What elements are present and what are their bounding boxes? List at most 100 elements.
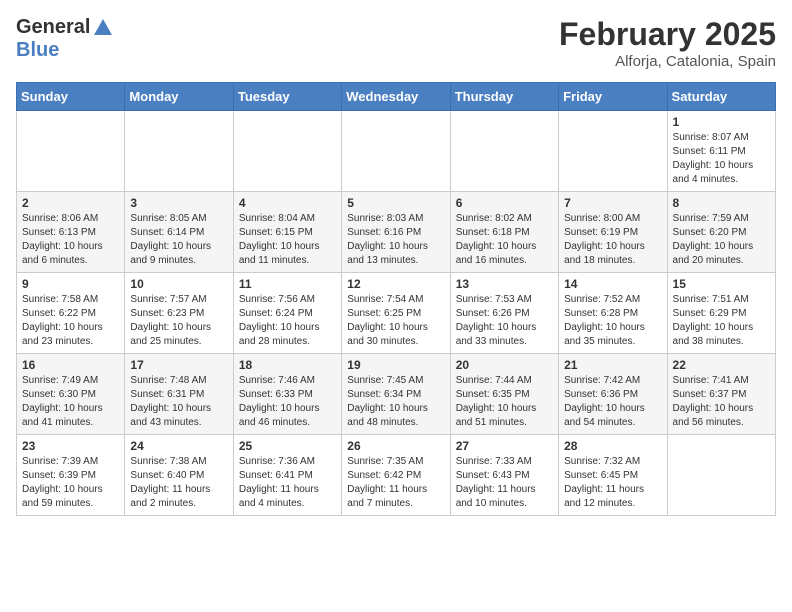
calendar-header-friday: Friday: [559, 83, 667, 111]
day-number: 4: [239, 196, 336, 210]
calendar-header-tuesday: Tuesday: [233, 83, 341, 111]
day-info: Sunrise: 7:56 AM Sunset: 6:24 PM Dayligh…: [239, 293, 336, 349]
calendar-week-2: 2Sunrise: 8:06 AM Sunset: 6:13 PM Daylig…: [17, 192, 776, 273]
calendar-header-monday: Monday: [125, 83, 233, 111]
calendar-cell: 22 Sunrise: 7:41 AM Sunset: 6:37 PM Dayli…: [667, 354, 775, 435]
title-block: February 2025 Alforja, Catalonia, Spain: [559, 16, 776, 70]
calendar-cell: 17 Sunrise: 7:48 AM Sunset: 6:31 PM Dayli…: [125, 354, 233, 435]
day-info: Sunrise: 8:00 AM Sunset: 6:19 PM Dayligh…: [564, 212, 661, 268]
day-info: Sunrise: 8:07 AM Sunset: 6:11 PM Dayligh…: [673, 131, 770, 187]
day-info: Sunrise: 7:35 AM Sunset: 6:42 PM Dayligh…: [347, 455, 444, 511]
day-number: 14: [564, 277, 661, 291]
day-number: 12: [347, 277, 444, 291]
day-info: Sunrise: 7:57 AM Sunset: 6:23 PM Dayligh…: [130, 293, 227, 349]
day-number: 18: [239, 358, 336, 372]
calendar-cell: 15Sunrise: 7:51 AM Sunset: 6:29 PM Dayli…: [667, 273, 775, 354]
calendar-header-thursday: Thursday: [450, 83, 558, 111]
day-number: 17: [130, 358, 227, 372]
day-info: Sunrise: 7:52 AM Sunset: 6:28 PM Dayligh…: [564, 293, 661, 349]
calendar-table: SundayMondayTuesdayWednesdayThursdayFrid…: [16, 82, 776, 516]
day-number: 24: [130, 439, 227, 453]
day-number: 22: [673, 358, 770, 372]
day-number: 6: [456, 196, 553, 210]
calendar-cell: 28 Sunrise: 7:32 AM Sunset: 6:45 PM Dayli…: [559, 435, 667, 516]
day-number: 25: [239, 439, 336, 453]
calendar-cell: 5 Sunrise: 8:03 AM Sunset: 6:16 PM Daylig…: [342, 192, 450, 273]
day-number: 21: [564, 358, 661, 372]
calendar-cell: 2Sunrise: 8:06 AM Sunset: 6:13 PM Daylig…: [17, 192, 125, 273]
calendar-cell: 12 Sunrise: 7:54 AM Sunset: 6:25 PM Dayli…: [342, 273, 450, 354]
month-title: February 2025: [559, 16, 776, 53]
calendar-cell: [17, 111, 125, 192]
calendar-cell: 26 Sunrise: 7:35 AM Sunset: 6:42 PM Dayli…: [342, 435, 450, 516]
day-info: Sunrise: 7:53 AM Sunset: 6:26 PM Dayligh…: [456, 293, 553, 349]
calendar-header-wednesday: Wednesday: [342, 83, 450, 111]
calendar-cell: 8 Sunrise: 7:59 AM Sunset: 6:20 PM Daylig…: [667, 192, 775, 273]
day-info: Sunrise: 7:44 AM Sunset: 6:35 PM Dayligh…: [456, 374, 553, 430]
calendar-cell: 3Sunrise: 8:05 AM Sunset: 6:14 PM Daylig…: [125, 192, 233, 273]
day-info: Sunrise: 7:59 AM Sunset: 6:20 PM Dayligh…: [673, 212, 770, 268]
calendar-cell: 10 Sunrise: 7:57 AM Sunset: 6:23 PM Dayli…: [125, 273, 233, 354]
calendar-cell: 25 Sunrise: 7:36 AM Sunset: 6:41 PM Dayli…: [233, 435, 341, 516]
day-info: Sunrise: 7:58 AM Sunset: 6:22 PM Dayligh…: [22, 293, 119, 349]
calendar-week-4: 16 Sunrise: 7:49 AM Sunset: 6:30 PM Dayli…: [17, 354, 776, 435]
day-info: Sunrise: 7:54 AM Sunset: 6:25 PM Dayligh…: [347, 293, 444, 349]
day-number: 7: [564, 196, 661, 210]
day-info: Sunrise: 7:32 AM Sunset: 6:45 PM Dayligh…: [564, 455, 661, 511]
day-info: Sunrise: 7:38 AM Sunset: 6:40 PM Dayligh…: [130, 455, 227, 511]
calendar-week-5: 23 Sunrise: 7:39 AM Sunset: 6:39 PM Dayli…: [17, 435, 776, 516]
calendar-cell: 9 Sunrise: 7:58 AM Sunset: 6:22 PM Daylig…: [17, 273, 125, 354]
calendar-cell: 27Sunrise: 7:33 AM Sunset: 6:43 PM Dayli…: [450, 435, 558, 516]
day-info: Sunrise: 7:51 AM Sunset: 6:29 PM Dayligh…: [673, 293, 770, 349]
calendar-cell: 11Sunrise: 7:56 AM Sunset: 6:24 PM Dayli…: [233, 273, 341, 354]
calendar-cell: 20Sunrise: 7:44 AM Sunset: 6:35 PM Dayli…: [450, 354, 558, 435]
day-info: Sunrise: 8:04 AM Sunset: 6:15 PM Dayligh…: [239, 212, 336, 268]
logo-blue: Blue: [16, 39, 59, 61]
calendar-week-1: 1 Sunrise: 8:07 AM Sunset: 6:11 PM Daylig…: [17, 111, 776, 192]
day-number: 5: [347, 196, 444, 210]
day-number: 2: [22, 196, 119, 210]
calendar-cell: 4 Sunrise: 8:04 AM Sunset: 6:15 PM Daylig…: [233, 192, 341, 273]
day-info: Sunrise: 7:36 AM Sunset: 6:41 PM Dayligh…: [239, 455, 336, 511]
calendar-cell: 1 Sunrise: 8:07 AM Sunset: 6:11 PM Daylig…: [667, 111, 775, 192]
day-number: 26: [347, 439, 444, 453]
day-number: 10: [130, 277, 227, 291]
day-info: Sunrise: 7:45 AM Sunset: 6:34 PM Dayligh…: [347, 374, 444, 430]
calendar-cell: [233, 111, 341, 192]
calendar-cell: 7 Sunrise: 8:00 AM Sunset: 6:19 PM Daylig…: [559, 192, 667, 273]
day-info: Sunrise: 7:48 AM Sunset: 6:31 PM Dayligh…: [130, 374, 227, 430]
calendar-header-row: SundayMondayTuesdayWednesdayThursdayFrid…: [17, 83, 776, 111]
day-info: Sunrise: 7:41 AM Sunset: 6:37 PM Dayligh…: [673, 374, 770, 430]
day-number: 23: [22, 439, 119, 453]
page-header: General Blue February 2025 Alforja, Cata…: [16, 16, 776, 70]
day-info: Sunrise: 8:05 AM Sunset: 6:14 PM Dayligh…: [130, 212, 227, 268]
calendar-week-3: 9 Sunrise: 7:58 AM Sunset: 6:22 PM Daylig…: [17, 273, 776, 354]
day-number: 9: [22, 277, 119, 291]
logo-icon: [92, 17, 114, 39]
logo-general: General: [16, 16, 90, 39]
day-number: 13: [456, 277, 553, 291]
location: Alforja, Catalonia, Spain: [559, 53, 776, 70]
calendar-cell: 21 Sunrise: 7:42 AM Sunset: 6:36 PM Dayli…: [559, 354, 667, 435]
day-info: Sunrise: 7:49 AM Sunset: 6:30 PM Dayligh…: [22, 374, 119, 430]
calendar-cell: [667, 435, 775, 516]
day-info: Sunrise: 7:42 AM Sunset: 6:36 PM Dayligh…: [564, 374, 661, 430]
day-number: 27: [456, 439, 553, 453]
day-number: 19: [347, 358, 444, 372]
day-number: 8: [673, 196, 770, 210]
day-number: 1: [673, 115, 770, 129]
day-number: 16: [22, 358, 119, 372]
calendar-cell: 13 Sunrise: 7:53 AM Sunset: 6:26 PM Dayli…: [450, 273, 558, 354]
calendar-cell: 16 Sunrise: 7:49 AM Sunset: 6:30 PM Dayli…: [17, 354, 125, 435]
day-info: Sunrise: 7:39 AM Sunset: 6:39 PM Dayligh…: [22, 455, 119, 511]
calendar-cell: [342, 111, 450, 192]
calendar-header-saturday: Saturday: [667, 83, 775, 111]
calendar-cell: [450, 111, 558, 192]
calendar-cell: 18 Sunrise: 7:46 AM Sunset: 6:33 PM Dayli…: [233, 354, 341, 435]
calendar-cell: 6Sunrise: 8:02 AM Sunset: 6:18 PM Daylig…: [450, 192, 558, 273]
day-info: Sunrise: 7:46 AM Sunset: 6:33 PM Dayligh…: [239, 374, 336, 430]
day-number: 28: [564, 439, 661, 453]
day-info: Sunrise: 8:03 AM Sunset: 6:16 PM Dayligh…: [347, 212, 444, 268]
calendar-cell: 24 Sunrise: 7:38 AM Sunset: 6:40 PM Dayli…: [125, 435, 233, 516]
logo: General Blue: [16, 16, 114, 62]
